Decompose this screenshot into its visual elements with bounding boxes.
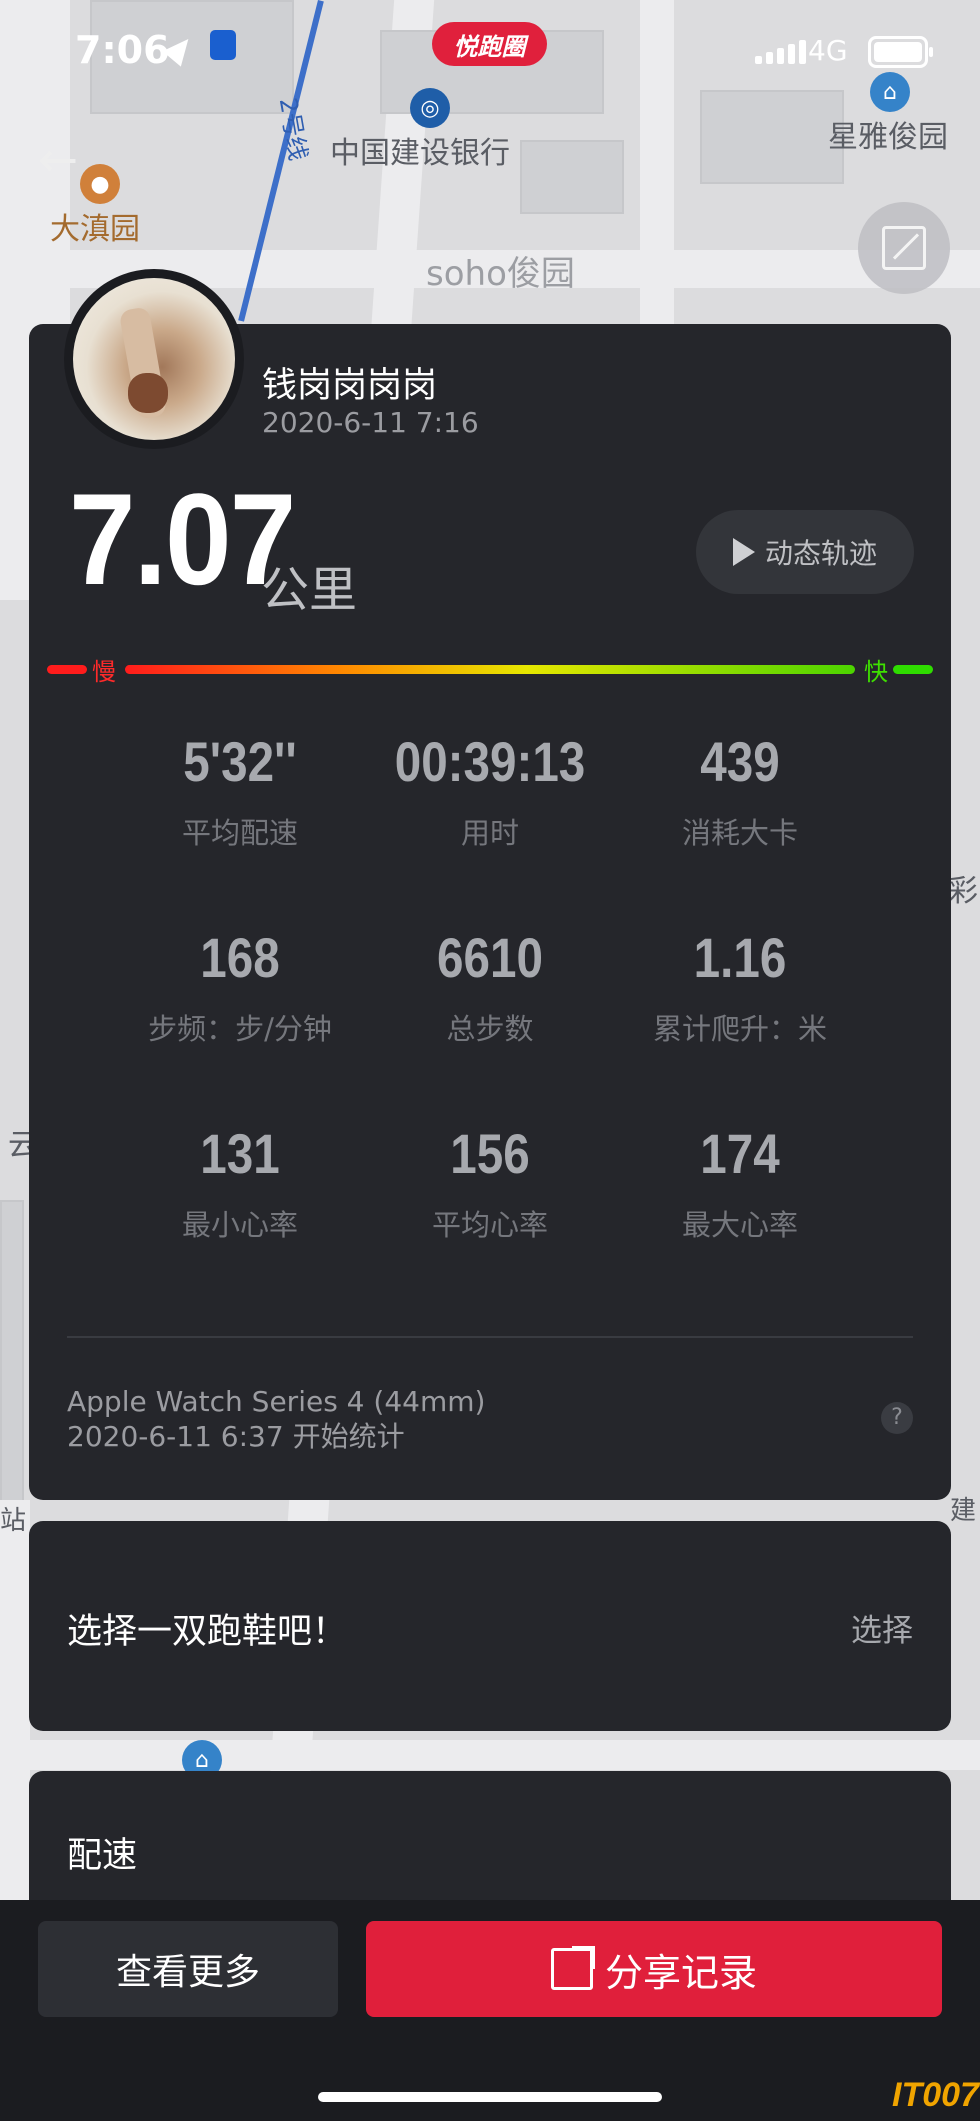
stat-label: 最大心率 <box>681 1208 798 1242</box>
map-label-jian: 建 <box>950 1496 977 1526</box>
avatar-image <box>73 278 235 440</box>
device-name: Apple Watch Series 4 (44mm) <box>67 1385 486 1418</box>
status-bar: 7:06 悦跑圈 4G <box>0 0 980 100</box>
battery-icon <box>868 36 933 68</box>
pace-scale-bar: 慢 快 <box>47 656 933 686</box>
dynamic-track-button[interactable]: 动态轨迹 <box>696 510 914 594</box>
expand-icon <box>882 226 926 270</box>
stat-label: 消耗大卡 <box>681 816 798 850</box>
stat-value: 131 <box>200 1122 280 1185</box>
play-icon <box>732 538 755 566</box>
user-name: 钱岗岗岗岗 <box>262 366 438 406</box>
stat-value: 5'32'' <box>183 730 297 793</box>
dynamic-track-label: 动态轨迹 <box>764 537 877 570</box>
share-record-button[interactable]: 分享记录 <box>366 1921 942 2017</box>
watermark-logo: IT007 <box>892 2076 979 2114</box>
map-label-star: 星雅俊园 <box>828 120 948 155</box>
stat-max-heart-rate: 174 最大心率 <box>590 1121 890 1244</box>
view-more-button[interactable]: 查看更多 <box>38 1921 338 2017</box>
stat-value: 156 <box>450 1122 530 1185</box>
app-badge: 悦跑圈 <box>432 22 547 66</box>
map-label-cai: 彩 <box>948 874 978 909</box>
stat-value: 1.16 <box>693 926 787 989</box>
run-summary-card: 钱岗岗岗岗 2020-6-11 7:16 7.07 公里 动态轨迹 慢 快 5'… <box>29 269 951 1500</box>
select-shoe-button[interactable]: 选择 <box>851 1605 913 1650</box>
map-label-bank: 中国建设银行 <box>330 136 510 171</box>
stat-value: 439 <box>700 730 780 793</box>
pace-gradient <box>125 665 855 674</box>
device-start-time: 2020-6-11 6:37 开始统计 <box>67 1420 405 1453</box>
map-label-zhan: 站 <box>0 1506 27 1536</box>
stat-value: 174 <box>700 1122 780 1185</box>
pace-slow-label: 慢 <box>92 658 116 686</box>
map-label-soho: soho俊园 <box>426 254 575 294</box>
stat-value: 6610 <box>437 926 543 989</box>
network-type: 4G <box>808 34 848 67</box>
bottom-action-bar: 查看更多 分享记录 <box>0 1900 980 2121</box>
stat-value: 168 <box>200 926 280 989</box>
signal-icon <box>755 40 806 64</box>
distance-unit: 公里 <box>261 562 358 618</box>
pace-section-title: 配速 <box>67 1836 138 1876</box>
stat-label: 累计爬升：米 <box>652 1012 827 1046</box>
avatar[interactable] <box>64 269 244 449</box>
help-icon[interactable]: ? <box>881 1402 913 1434</box>
bus-icon <box>210 30 236 60</box>
run-date: 2020-6-11 7:16 <box>262 406 479 439</box>
home-indicator[interactable] <box>318 2092 662 2102</box>
stat-calories: 439 消耗大卡 <box>590 729 890 852</box>
shoe-prompt: 选择一双跑鞋吧！ <box>67 1612 348 1652</box>
fullscreen-button[interactable] <box>858 202 950 294</box>
device-info: Apple Watch Series 4 (44mm) 2020-6-11 6:… <box>67 1384 485 1454</box>
back-arrow-icon[interactable]: ← <box>38 136 98 184</box>
shoe-card[interactable]: 选择一双跑鞋吧！ 选择 <box>29 1521 951 1731</box>
share-icon <box>550 1946 595 1990</box>
divider <box>67 1336 913 1338</box>
pace-fast-label: 快 <box>864 658 888 686</box>
share-record-label: 分享记录 <box>604 1950 757 1995</box>
map-label-garden: 大滇园 <box>50 212 140 247</box>
status-time: 7:06 <box>75 28 170 72</box>
stat-elevation-gain: 1.16 累计爬升：米 <box>590 925 890 1048</box>
stat-value: 00:39:13 <box>394 730 586 793</box>
